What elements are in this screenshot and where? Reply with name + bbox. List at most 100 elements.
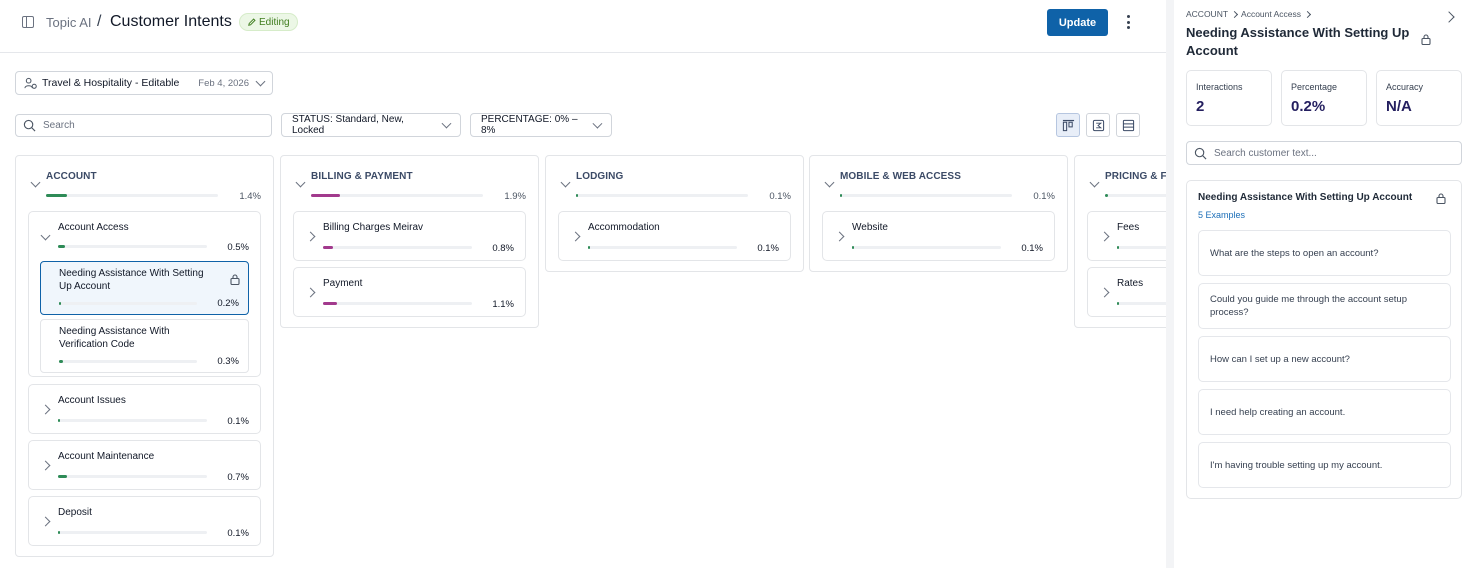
breadcrumb-root[interactable]: Topic AI (46, 15, 92, 30)
chevron-right-icon[interactable] (40, 404, 51, 415)
topic-progress-fill (58, 419, 60, 422)
topic-card[interactable]: Payment 1.1% (293, 267, 526, 317)
category-header[interactable]: BILLING & PAYMENT 1.9% (281, 156, 538, 208)
intent-card[interactable]: Needing Assistance With Verification Cod… (40, 319, 249, 373)
table-view-button[interactable] (1116, 113, 1140, 137)
chevron-down-icon[interactable] (1089, 177, 1100, 188)
category-title: ACCOUNT (46, 171, 97, 182)
example-item[interactable]: How can I set up a new account? (1198, 336, 1451, 382)
chevron-down-icon[interactable] (30, 177, 41, 188)
topic-title: Deposit (58, 507, 92, 518)
sidebar-toggle-icon[interactable] (22, 16, 34, 28)
category-header[interactable]: LODGING 0.1% (546, 156, 803, 208)
category-progress-fill (1105, 194, 1108, 197)
chevron-right-icon[interactable] (305, 231, 316, 242)
chevron-down-icon[interactable] (824, 177, 835, 188)
chevron-right-icon[interactable] (40, 460, 51, 471)
panel-breadcrumb-topic[interactable]: Account Access (1241, 9, 1301, 19)
topic-card[interactable]: Account Access 0.5% Needing Assistance Wi… (28, 211, 261, 377)
example-item[interactable]: I need help creating an account. (1198, 389, 1451, 435)
example-item[interactable]: What are the steps to open an account? (1198, 230, 1451, 276)
page-title: Customer Intents (110, 13, 232, 30)
topic-card[interactable]: Fees (1087, 211, 1166, 261)
chevron-down-icon[interactable] (40, 230, 51, 241)
search-icon (23, 119, 36, 132)
status-filter[interactable]: STATUS: Standard, New, Locked (281, 113, 461, 137)
topic-percentage: 0.1% (1021, 243, 1043, 254)
chevron-down-icon[interactable] (560, 177, 571, 188)
summary-view-icon (1092, 119, 1104, 131)
panel-breadcrumb: ACCOUNT Account Access (1186, 9, 1312, 19)
category-progress-bar (46, 194, 218, 197)
topic-progress-bar (1117, 302, 1166, 305)
model-date: Feb 4, 2026 (198, 77, 249, 89)
chevron-right-icon[interactable] (305, 287, 316, 298)
panel-title: Needing Assistance With Setting Up Accou… (1186, 25, 1410, 58)
example-item[interactable]: Could you guide me through the account s… (1198, 283, 1451, 329)
topic-card[interactable]: Rates (1087, 267, 1166, 317)
intent-progress-bar (59, 302, 197, 305)
stat-value: 2 (1196, 98, 1205, 115)
category-progress-bar (576, 194, 748, 197)
category-percentage: 1.4% (239, 191, 261, 202)
topic-title: Billing Charges Meirav (323, 222, 424, 233)
examples-box: Needing Assistance With Setting Up Accou… (1186, 180, 1462, 499)
search-input[interactable] (43, 120, 264, 131)
example-item[interactable]: I'm having trouble setting up my account… (1198, 442, 1451, 488)
topic-progress-bar (852, 246, 1001, 249)
chevron-right-icon[interactable] (834, 231, 845, 242)
topic-progress-fill (58, 475, 67, 478)
chevron-right-icon (1230, 10, 1239, 18)
intent-board: ACCOUNT 1.4% Account Access 0.5% Needing … (0, 155, 1166, 568)
model-select[interactable]: Travel & Hospitality - Editable Feb 4, 2… (15, 71, 273, 95)
intent-progress-fill (59, 360, 63, 363)
topic-card[interactable]: Account Maintenance 0.7% (28, 440, 261, 490)
intent-progress-fill (59, 302, 61, 305)
customer-text-search (1186, 141, 1462, 165)
customer-text-search-input[interactable] (1214, 147, 1454, 159)
category-percentage: 0.1% (769, 191, 791, 202)
chevron-right-icon (1304, 10, 1312, 18)
percentage-filter[interactable]: PERCENTAGE: 0% – 8% (470, 113, 612, 137)
topic-card[interactable]: Account Issues 0.1% (28, 384, 261, 434)
topic-progress-fill (852, 246, 854, 249)
intent-card[interactable]: Needing Assistance With Setting Up Accou… (40, 261, 249, 315)
category-header[interactable]: ACCOUNT 1.4% (16, 156, 273, 208)
topic-card[interactable]: Billing Charges Meirav 0.8% (293, 211, 526, 261)
panel-breadcrumb-category[interactable]: ACCOUNT (1186, 9, 1228, 19)
topic-progress-bar (58, 419, 207, 422)
topic-percentage: 0.5% (227, 242, 249, 253)
topic-card[interactable]: Website 0.1% (822, 211, 1055, 261)
chevron-right-icon[interactable] (1099, 231, 1110, 242)
topic-progress-bar (58, 531, 207, 534)
topic-title: Account Maintenance (58, 451, 155, 462)
category-progress-fill (46, 194, 67, 197)
category-header[interactable]: PRICING & FE (1075, 156, 1166, 208)
chevron-down-icon[interactable] (295, 177, 306, 188)
topic-title: Fees (1117, 222, 1140, 233)
update-button[interactable]: Update (1047, 9, 1108, 36)
topic-progress-fill (1117, 302, 1119, 305)
board-view-button[interactable] (1056, 113, 1080, 137)
examples-count[interactable]: 5 Examples (1198, 210, 1245, 220)
chevron-right-icon[interactable] (570, 231, 581, 242)
search-box (15, 114, 272, 137)
topic-card[interactable]: Accommodation 0.1% (558, 211, 791, 261)
category-progress-bar (311, 194, 483, 197)
search-icon (1194, 147, 1207, 159)
more-options-icon[interactable] (1120, 13, 1136, 31)
category-progress-bar (1105, 194, 1166, 197)
board-view-icon (1062, 119, 1074, 131)
intent-title: Needing Assistance With Verification Cod… (59, 326, 170, 350)
chevron-right-icon[interactable] (1099, 287, 1110, 298)
percentage-filter-label: PERCENTAGE: 0% – 8% (481, 114, 578, 136)
stat-interactions: Interactions 2 (1186, 70, 1272, 126)
collapse-panel-icon[interactable] (1443, 11, 1455, 23)
chevron-right-icon[interactable] (40, 516, 51, 527)
topic-card[interactable]: Deposit 0.1% (28, 496, 261, 546)
summary-view-button[interactable] (1086, 113, 1110, 137)
category-header[interactable]: MOBILE & WEB ACCESS 0.1% (810, 156, 1067, 208)
stat-value: N/A (1386, 98, 1412, 115)
category-progress-bar (840, 194, 1012, 197)
lock-icon (230, 274, 240, 285)
